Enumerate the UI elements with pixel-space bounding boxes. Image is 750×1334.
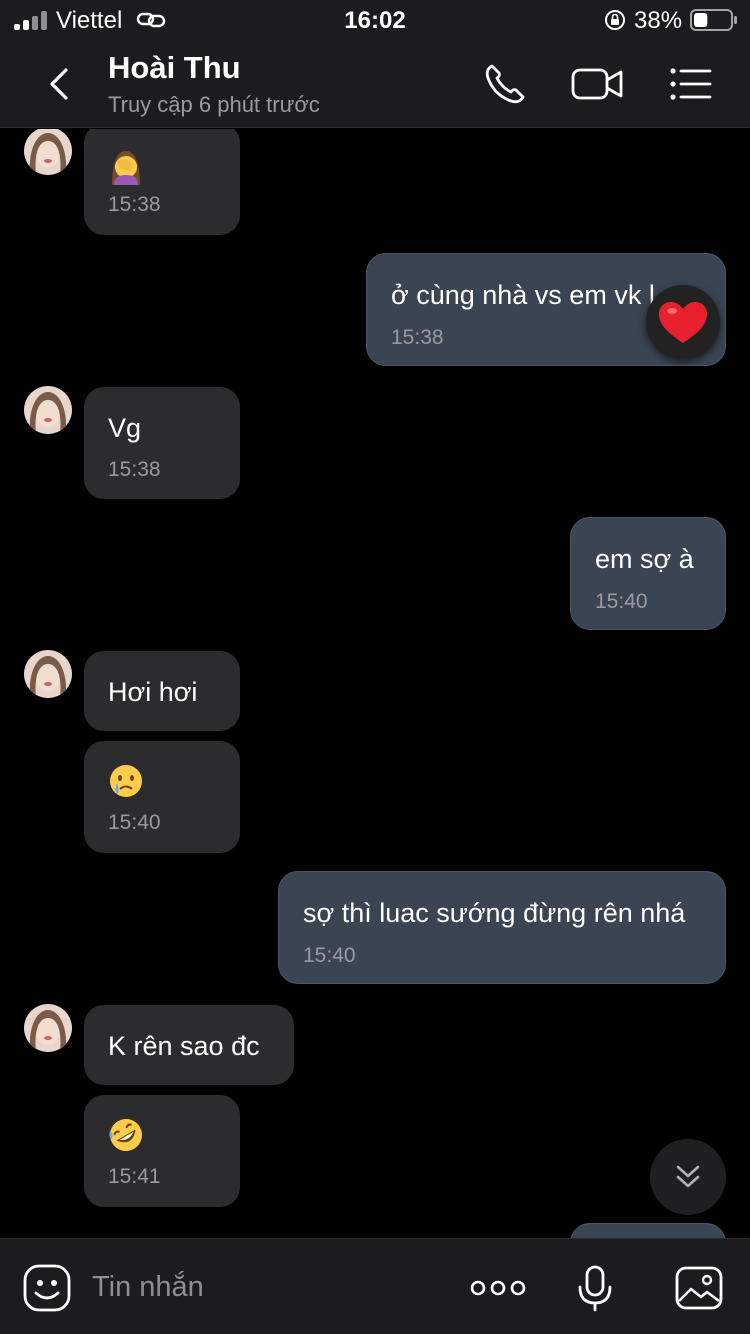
more-icon[interactable] [468,1263,528,1313]
message-input[interactable] [92,1261,452,1313]
message-text: ở cùng nhà vs em vk l [391,280,655,310]
contact-last-seen: Truy cập 6 phút trước [108,92,320,117]
avatar[interactable] [24,1004,72,1052]
message-time: 15:38 [108,193,161,216]
heart-reaction-icon[interactable] [646,285,720,359]
microphone-icon[interactable] [570,1263,620,1313]
composer-bar [0,1238,750,1334]
message-bubble-outgoing[interactable]: sợ thì luac sướng đừng rên nhá 15:40 [278,871,726,984]
avatar[interactable] [24,650,72,698]
woman-facepalming-emoji [112,151,140,185]
orientation-lock-icon [605,10,625,30]
avatar[interactable] [24,129,72,175]
menu-list-icon[interactable] [662,58,718,110]
crying-face-emoji [110,765,142,797]
double-chevron-down-icon [676,1165,700,1188]
video-camera-icon[interactable] [568,58,628,110]
message-bubble-incoming[interactable]: K rên sao đc [84,1005,294,1085]
image-icon[interactable] [674,1263,724,1313]
message-text: em sợ à [595,544,694,574]
status-bar: Viettel 16:02 38% [0,0,750,40]
battery-percent: 38% [634,7,683,34]
message-thread[interactable]: 15:38 ở cùng nhà vs em vk l 15:38 Vg 15:… [0,129,750,1238]
message-bubble-incoming[interactable]: Vg 15:38 [84,387,240,499]
message-text: Hơi hơi [108,677,198,707]
message-bubble-outgoing[interactable] [570,1223,726,1238]
message-time: 15:40 [108,811,161,834]
message-bubble-incoming[interactable]: 15:41 [84,1095,240,1207]
message-bubble-outgoing[interactable]: em sợ à 15:40 [570,517,726,630]
chat-header: Hoài Thu Truy cập 6 phút trước [0,40,750,128]
message-bubble-incoming[interactable]: 15:38 [84,129,240,235]
contact-name[interactable]: Hoài Thu [108,50,241,86]
rolling-on-floor-laughing-emoji [109,1119,142,1151]
sticker-icon[interactable] [22,1263,72,1313]
message-text: K rên sao đc [108,1031,260,1061]
message-time: 15:38 [391,326,444,349]
message-time: 15:41 [108,1165,161,1188]
message-bubble-incoming[interactable]: Hơi hơi [84,651,240,731]
back-icon[interactable] [30,56,86,112]
message-text: Vg [108,413,142,443]
avatar[interactable] [24,386,72,434]
message-time: 15:40 [595,590,648,613]
message-bubble-incoming[interactable]: 15:40 [84,741,240,853]
phone-icon[interactable] [478,58,534,110]
scroll-to-bottom-button[interactable] [650,1139,726,1215]
battery-icon [690,9,737,31]
message-time: 15:38 [108,458,161,481]
message-time: 15:40 [303,944,356,967]
message-text: sợ thì luac sướng đừng rên nhá [303,898,686,928]
